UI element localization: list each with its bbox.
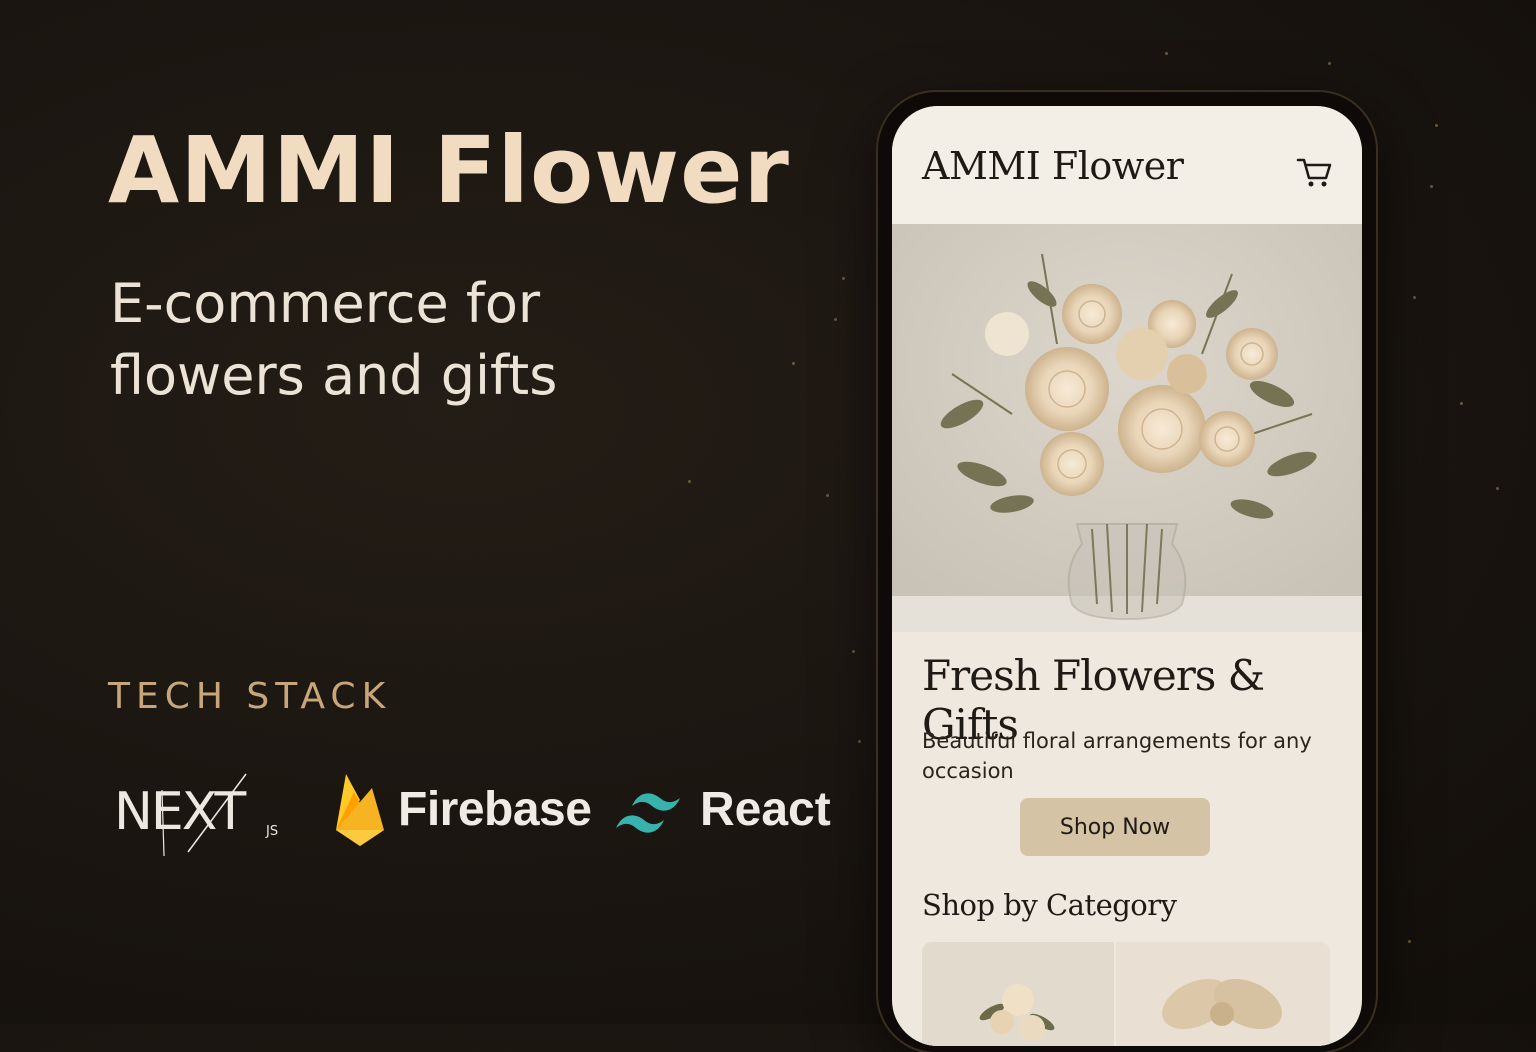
sparkle-dot xyxy=(858,740,861,743)
sparkle-dot xyxy=(688,480,691,483)
tech-stack-logos: NEXT JS Firebase React xyxy=(110,766,831,856)
sparkle-dot xyxy=(834,318,837,321)
sparkle-dot xyxy=(852,650,855,653)
react-wordmark: React xyxy=(700,783,831,836)
sparkle-dot xyxy=(826,494,829,497)
category-tile-flowers[interactable] xyxy=(922,942,1114,1046)
sparkle-dot xyxy=(1496,487,1499,490)
flowers-category-image xyxy=(922,942,1114,1046)
tech-stack-label: TECH STACK xyxy=(108,676,392,717)
firebase-logo: Firebase xyxy=(332,770,592,850)
phone-mockup: AMMI Flower Fresh Flowers & Gifts Beauti… xyxy=(878,92,1376,1052)
hero-subtitle: E-commerce for flowers and gifts xyxy=(110,268,670,412)
sparkle-dot xyxy=(1165,52,1168,55)
sparkle-dot xyxy=(1408,940,1411,943)
nextjs-suffix: JS xyxy=(266,824,279,839)
flower-bouquet-image xyxy=(892,224,1362,632)
sparkle-dot xyxy=(842,277,845,280)
hero-subtitle-line: flowers and gifts xyxy=(110,344,558,407)
firebase-flame-icon xyxy=(336,774,384,846)
react-logo: React xyxy=(614,772,844,852)
app-header: AMMI Flower xyxy=(892,106,1362,224)
app-title[interactable]: AMMI Flower xyxy=(922,144,1184,188)
cart-icon[interactable] xyxy=(1296,156,1332,188)
sparkle-dot xyxy=(1460,402,1463,405)
nextjs-logo: NEXT JS xyxy=(110,772,290,856)
sparkle-dot xyxy=(1328,62,1331,65)
phone-screen: AMMI Flower Fresh Flowers & Gifts Beauti… xyxy=(892,106,1362,1046)
sparkle-dot xyxy=(792,362,795,365)
shop-now-button[interactable]: Shop Now xyxy=(1020,798,1210,856)
tailwind-wave-icon xyxy=(616,793,680,833)
category-heading: Shop by Category xyxy=(922,888,1177,922)
hero-title: AMMI Flower xyxy=(108,117,790,224)
sparkle-dot xyxy=(1435,124,1438,127)
hero-subtitle-line: E-commerce for xyxy=(110,272,541,335)
sparkle-dot xyxy=(1430,185,1433,188)
category-tile-gifts[interactable] xyxy=(1116,942,1330,1046)
sparkle-dot xyxy=(1413,296,1416,299)
nextjs-wordmark: NEXT xyxy=(114,782,246,842)
gift-bow-category-image xyxy=(1116,942,1330,1046)
firebase-wordmark: Firebase xyxy=(398,783,592,836)
hero-description: Beautiful floral arrangements for any oc… xyxy=(922,729,1312,783)
